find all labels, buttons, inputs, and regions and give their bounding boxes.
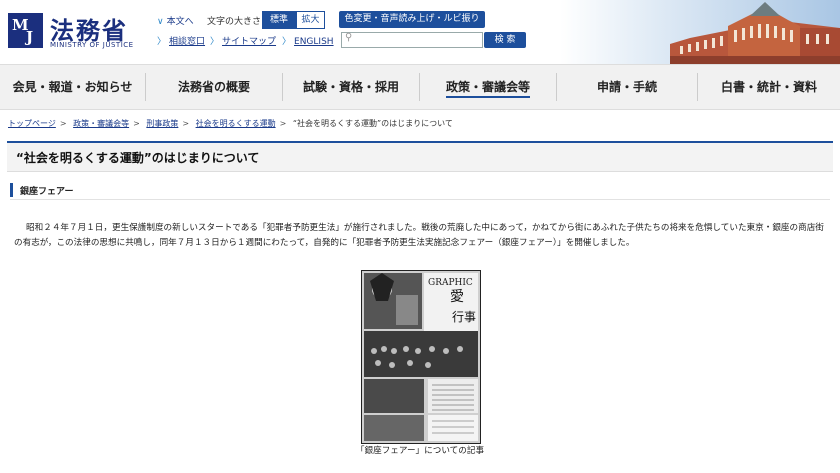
nav-item-whitepapers[interactable]: 白書・統計・資料 (698, 65, 840, 109)
english-link[interactable]: 〉 ENGLISH (282, 34, 334, 47)
font-size-label: 文字の大きさ (207, 17, 262, 27)
breadcrumb-link-top[interactable]: トップページ (8, 119, 56, 128)
org-name-en: MINISTRY OF JUSTICE (50, 41, 134, 49)
nav-item-exams[interactable]: 試験・資格・採用 (283, 65, 419, 109)
section-accent-bar (10, 183, 13, 197)
section-heading: 銀座フェアー (10, 181, 830, 200)
breadcrumb-link-policy[interactable]: 政策・審議会等 (73, 119, 129, 128)
svg-text:行事: 行事 (452, 310, 476, 324)
svg-text:GRAPHIC: GRAPHIC (428, 278, 473, 288)
nav-item-procedures[interactable]: 申請・手続 (557, 65, 697, 109)
ministry-building-image (560, 0, 840, 64)
accessibility-button[interactable]: 色変更・音声読み上げ・ルビ振り (339, 11, 485, 28)
newspaper-article-image: GRAPHIC 愛 行事 (361, 270, 481, 444)
page-title-bar: “社会を明るくする運動”のはじまりについて (7, 141, 833, 172)
chevron-right-icon: 〉 (210, 37, 220, 47)
breadcrumb-link-criminal-policy[interactable]: 刑事政策 (146, 119, 178, 128)
moj-logo-mark: MJ (8, 13, 43, 48)
section-heading-text: 銀座フェアー (20, 187, 74, 197)
search-icon: ⚲ (345, 32, 353, 43)
nav-item-about[interactable]: 法務省の概要 (146, 65, 282, 109)
chevron-right-icon: 〉 (282, 37, 292, 47)
font-size-standard-button[interactable]: 標準 (262, 11, 296, 29)
nav-item-press[interactable]: 会見・報道・お知らせ (0, 65, 145, 109)
nav-item-policy[interactable]: 政策・審議会等 (420, 65, 556, 109)
consultation-link[interactable]: 〉相談窓口 (157, 34, 205, 47)
site-logo[interactable]: MJ 法務省 MINISTRY OF JUSTICE (8, 13, 133, 49)
skip-to-content-link[interactable]: ∨ 本文へ (157, 14, 194, 27)
font-size-large-button[interactable]: 拡大 (296, 11, 325, 29)
page-title: “社会を明るくする運動”のはじまりについて (16, 151, 260, 165)
site-header: MJ 法務省 MINISTRY OF JUSTICE ∨ 本文へ 文字の大きさ 標… (0, 0, 840, 64)
search-button[interactable]: 検 索 (484, 32, 526, 48)
breadcrumb-link-campaign[interactable]: 社会を明るくする運動 (196, 119, 276, 128)
image-caption: 「銀座フェアー」についての記事 (355, 446, 485, 456)
svg-text:愛: 愛 (450, 289, 464, 305)
chevron-down-icon: ∨ (157, 17, 164, 27)
search-input[interactable]: ⚲ (341, 32, 483, 48)
body-paragraph: 昭和２４年７月１日，更生保護制度の新しいスタートである「犯罪者予防更生法」が施行… (14, 222, 824, 248)
sitemap-link[interactable]: 〉サイトマップ (210, 34, 276, 47)
breadcrumb-current: “社会を明るくする運動”のはじまりについて (292, 119, 453, 128)
global-nav: 会見・報道・お知らせ 法務省の概要 試験・資格・採用 政策・審議会等 申請・手続… (0, 64, 840, 110)
chevron-right-icon: 〉 (157, 37, 167, 47)
breadcrumb: トップページ > 政策・審議会等 > 刑事政策 > 社会を明るくする運動 > “社会を明… (8, 119, 453, 128)
